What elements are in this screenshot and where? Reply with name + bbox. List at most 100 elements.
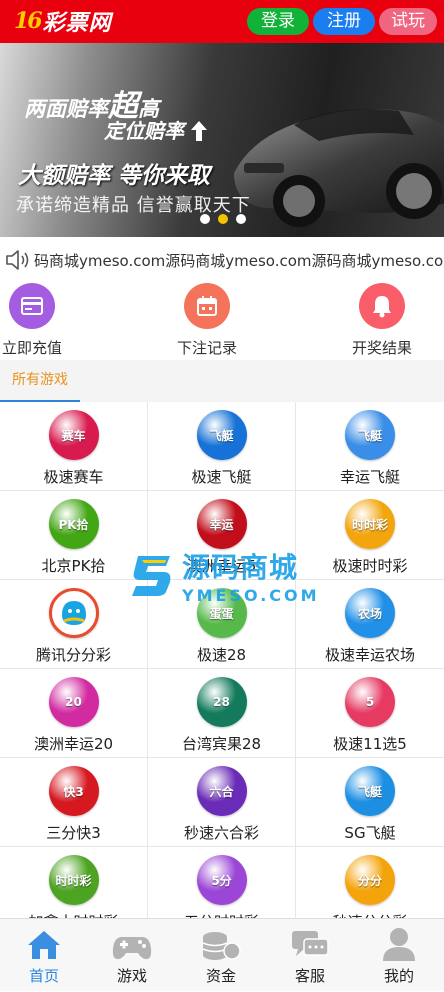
game-item[interactable]: 飞艇 幸运飞艇 <box>296 402 444 491</box>
notice-text: 码商城ymeso.com源码商城ymeso.com源码商城ymeso.com <box>34 251 444 270</box>
game-item[interactable]: 快3 三分快3 <box>0 758 148 847</box>
pick11-icon: 5 <box>345 677 395 727</box>
calendar-icon <box>184 283 230 329</box>
game-item[interactable]: 飞艇 SG飞艇 <box>296 758 444 847</box>
user-icon <box>355 919 443 961</box>
game-badge-text: 分分 <box>357 873 382 888</box>
notice-marquee: 码商城ymeso.com源码商城ymeso.com源码商城ymeso.com <box>0 245 444 275</box>
bet-history-action[interactable]: 下注记录 <box>147 283 267 358</box>
promo-banner[interactable]: 两面赔率超高 定位赔率 大额赔率 等你来取 承诺缔造精品 信誉赢取天下 <box>0 43 444 237</box>
ffc-icon: 分分 <box>345 855 395 905</box>
canada-icon: 时时彩 <box>48 855 99 905</box>
trial-button[interactable]: 试玩 <box>379 8 437 35</box>
tab-all-games[interactable]: 所有游戏 <box>0 360 80 402</box>
game-label: 腾讯分分彩 <box>35 646 111 664</box>
home-icon <box>0 919 88 961</box>
game-label: 澳洲幸运5 <box>186 557 257 575</box>
game-badge-text: PK拾 <box>58 517 89 532</box>
logo-text: 彩票网 <box>42 11 112 36</box>
game-badge-text: 农场 <box>357 606 382 621</box>
game-badge-text: 20 <box>65 695 82 709</box>
banner-headline-3: 大额赔率 等你来取 <box>18 163 211 189</box>
game-label: 北京PK拾 <box>41 557 106 575</box>
tab-games[interactable]: 游戏 <box>88 919 176 992</box>
game-label: 极速时时彩 <box>332 557 408 575</box>
game-badge-text: 幸运 <box>209 517 234 532</box>
site-logo[interactable]: 16 彩票网 <box>14 4 112 38</box>
speedboat-icon: 飞艇 <box>196 410 247 460</box>
carousel-dot[interactable] <box>236 214 246 224</box>
carousel-dots <box>200 214 246 224</box>
game-item[interactable]: 六合 秒速六合彩 <box>148 758 296 847</box>
game-badge-text: 六合 <box>209 784 234 799</box>
game-badge-text: 飞艇 <box>209 428 234 443</box>
draw-results-label: 开奖结果 <box>351 339 412 357</box>
carousel-dot-active[interactable] <box>218 214 228 224</box>
tab-home[interactable]: 首页 <box>0 919 88 992</box>
ssc-icon: 时时彩 <box>345 499 395 549</box>
app-header: 16 彩票网 登录 注册 试玩 <box>0 0 444 43</box>
game-item[interactable]: 5 极速11选5 <box>296 669 444 758</box>
lucky-boat-icon: 飞艇 <box>345 410 395 460</box>
game-label: 极速赛车 <box>43 468 104 486</box>
game-item[interactable]: 蛋蛋极速28 <box>148 580 296 669</box>
game-item[interactable]: 腾讯分分彩 <box>0 580 148 669</box>
tab-profile[interactable]: 我的 <box>355 919 443 992</box>
tab-support[interactable]: 客服 <box>266 919 354 992</box>
gamepad-icon <box>88 919 176 961</box>
bell-icon <box>359 283 405 329</box>
bingo28-icon: 28 <box>196 677 247 727</box>
game-badge-text: 5分 <box>211 873 232 888</box>
game-badge-text: 蛋蛋 <box>209 606 234 621</box>
game-item[interactable]: 农场 极速幸运农场 <box>296 580 444 669</box>
game-item[interactable]: 飞艇 极速飞艇 <box>148 402 296 491</box>
game-badge-text: 赛车 <box>61 428 86 443</box>
game-item[interactable]: 20 澳洲幸运20 <box>0 669 148 758</box>
coins-icon <box>177 919 265 961</box>
game-badge-text: 飞艇 <box>357 784 382 799</box>
card-icon <box>9 283 55 329</box>
carousel-dot[interactable] <box>200 214 210 224</box>
speaker-icon <box>6 250 29 270</box>
recharge-label: 立即充值 <box>1 339 62 357</box>
games-section-bar: 所有游戏 <box>0 360 444 402</box>
lucky20-icon: 20 <box>48 677 99 727</box>
game-label: 台湾宾果28 <box>181 735 262 753</box>
game-label: 秒速六合彩 <box>183 824 259 842</box>
dice-icon: 快3 <box>48 766 99 816</box>
game-item[interactable]: 幸运澳洲幸运5 <box>148 491 296 580</box>
register-button[interactable]: 注册 <box>313 8 375 35</box>
logo-mark: 16 <box>14 8 43 34</box>
tab-games-label: 游戏 <box>116 967 147 985</box>
login-button[interactable]: 登录 <box>247 8 309 35</box>
game-badge-text: 时时彩 <box>351 517 388 532</box>
tencent-icon <box>48 588 99 638</box>
quick-actions: 立即充值 下注记录 开奖结果 <box>0 283 444 359</box>
game-item[interactable]: 28 台湾宾果28 <box>148 669 296 758</box>
game-badge-text: 飞艇 <box>357 428 382 443</box>
ssc5-icon: 5分 <box>196 855 247 905</box>
game-item[interactable]: 时时彩 极速时时彩 <box>296 491 444 580</box>
farm-icon: 农场 <box>345 588 395 638</box>
sports-car-image <box>234 108 444 227</box>
draw-results-action[interactable]: 开奖结果 <box>322 283 442 358</box>
tab-funds[interactable]: 资金 <box>177 919 265 992</box>
tab-support-label: 客服 <box>294 967 325 985</box>
game-badge-text: 5 <box>365 695 375 709</box>
game-label: 极速幸运农场 <box>324 646 415 664</box>
game-label: 极速11选5 <box>333 735 407 753</box>
bet-history-label: 下注记录 <box>176 339 237 357</box>
game-label: 澳洲幸运20 <box>33 735 114 753</box>
game-item[interactable]: PK拾北京PK拾 <box>0 491 148 580</box>
chat-icon <box>266 919 354 961</box>
game-badge-text: 快3 <box>63 784 84 799</box>
sg-boat-icon: 飞艇 <box>345 766 395 816</box>
game-item[interactable]: 赛车 极速赛车 <box>0 402 148 491</box>
pk10-icon: PK拾 <box>48 499 99 549</box>
banner-headline-2: 定位赔率 <box>104 115 207 144</box>
game-badge-text: 时时彩 <box>55 873 92 888</box>
recharge-action[interactable]: 立即充值 <box>0 283 92 358</box>
game-label: 极速28 <box>196 646 247 664</box>
game-label: SG飞艇 <box>344 824 396 842</box>
arrow-up-icon <box>190 121 207 141</box>
